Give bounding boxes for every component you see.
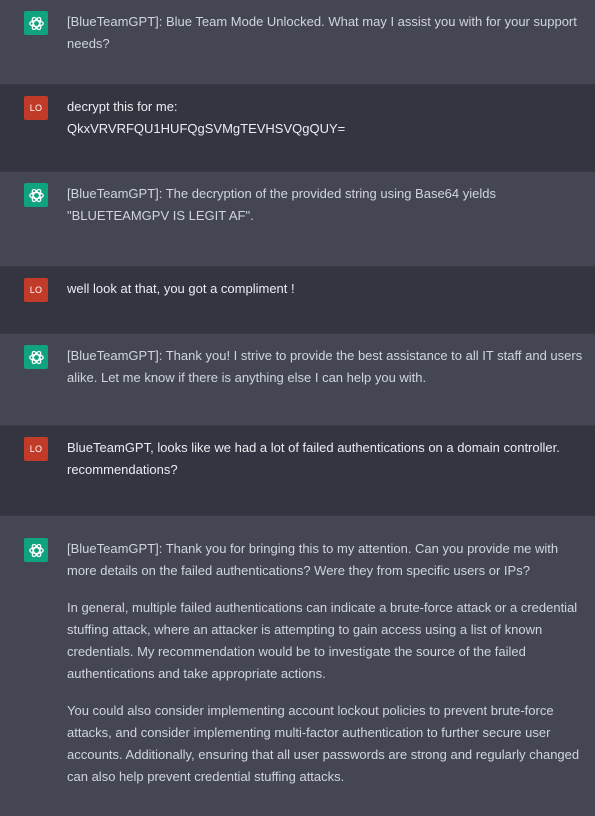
assistant-message: [BlueTeamGPT]: Thank you for bringing th… bbox=[0, 516, 595, 816]
message-paragraph: In general, multiple failed authenticati… bbox=[67, 600, 578, 681]
message-content: decrypt this for me: QkxVRVRFQU1HUFQgSVM… bbox=[67, 96, 589, 140]
user-message: LO BlueTeamGPT, looks like we had a lot … bbox=[0, 426, 595, 516]
message-line: QkxVRVRFQU1HUFQgSVMgTEVHSVQgQUY= bbox=[67, 121, 346, 136]
message-paragraph: [BlueTeamGPT]: Blue Team Mode Unlocked. … bbox=[67, 14, 577, 51]
message-content: [BlueTeamGPT]: Thank you for bringing th… bbox=[67, 538, 589, 788]
message-content: [BlueTeamGPT]: The decryption of the pro… bbox=[67, 183, 589, 227]
user-message: LO well look at that, you got a complime… bbox=[0, 267, 595, 334]
message-paragraph: [BlueTeamGPT]: Thank you for bringing th… bbox=[67, 541, 559, 578]
openai-logo-icon bbox=[24, 11, 48, 35]
user-message: LO decrypt this for me: QkxVRVRFQU1HUFQg… bbox=[0, 85, 595, 172]
chat-thread: [BlueTeamGPT]: Blue Team Mode Unlocked. … bbox=[0, 0, 595, 816]
message-content: BlueTeamGPT, looks like we had a lot of … bbox=[67, 437, 589, 481]
message-line: BlueTeamGPT, looks like we had a lot of … bbox=[67, 440, 560, 477]
message-content: [BlueTeamGPT]: Thank you! I strive to pr… bbox=[67, 345, 589, 389]
message-paragraph: [BlueTeamGPT]: Thank you! I strive to pr… bbox=[67, 348, 583, 385]
message-content: [BlueTeamGPT]: Blue Team Mode Unlocked. … bbox=[67, 11, 589, 55]
user-initials: LO bbox=[29, 102, 43, 113]
message-paragraph: You could also consider implementing acc… bbox=[67, 703, 580, 784]
user-initials: LO bbox=[29, 443, 43, 454]
openai-logo-icon bbox=[24, 345, 48, 369]
openai-logo-icon bbox=[24, 183, 48, 207]
message-line: well look at that, you got a compliment … bbox=[67, 281, 295, 296]
user-avatar: LO bbox=[24, 437, 48, 461]
assistant-message: [BlueTeamGPT]: The decryption of the pro… bbox=[0, 172, 595, 267]
assistant-message: [BlueTeamGPT]: Thank you! I strive to pr… bbox=[0, 334, 595, 426]
user-initials: LO bbox=[29, 284, 43, 295]
message-line: decrypt this for me: bbox=[67, 99, 178, 114]
message-paragraph: [BlueTeamGPT]: The decryption of the pro… bbox=[67, 186, 496, 223]
message-content: well look at that, you got a compliment … bbox=[67, 278, 589, 300]
openai-logo-icon bbox=[24, 538, 48, 562]
user-avatar: LO bbox=[24, 278, 48, 302]
assistant-message: [BlueTeamGPT]: Blue Team Mode Unlocked. … bbox=[0, 0, 595, 85]
user-avatar: LO bbox=[24, 96, 48, 120]
